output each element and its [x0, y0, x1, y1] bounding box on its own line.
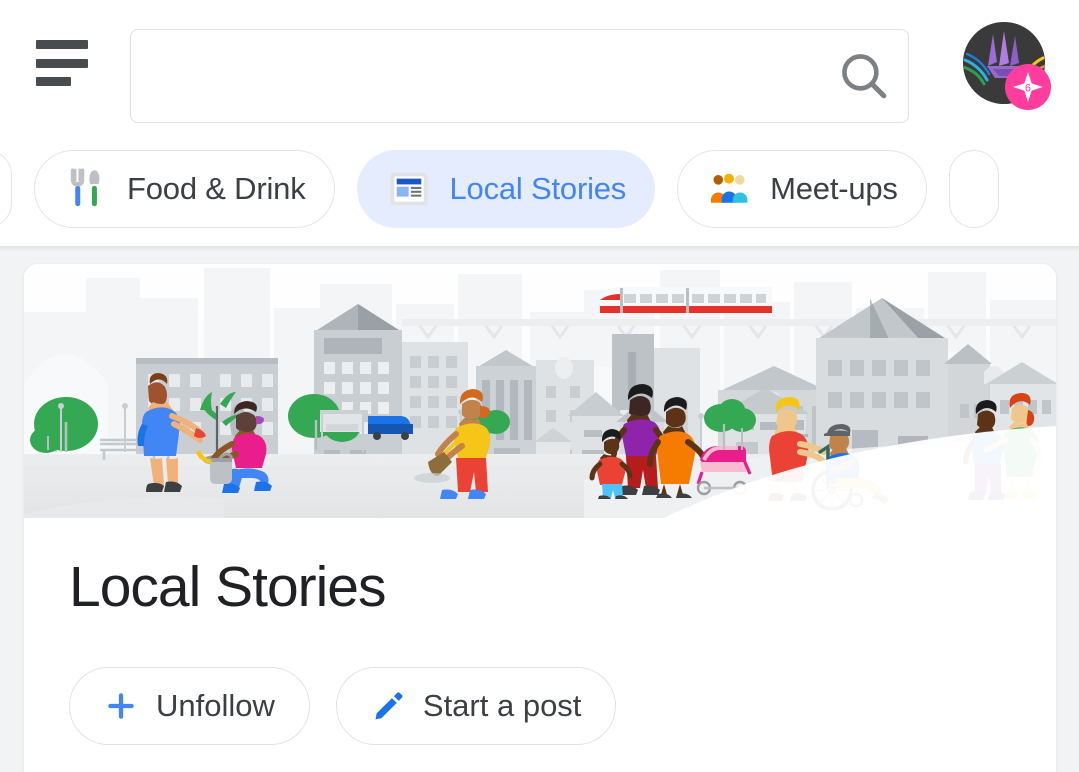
community-card: Local Stories Unfollow Start a post	[24, 264, 1056, 772]
people-group-icon	[706, 166, 752, 212]
plus-icon	[104, 689, 138, 723]
hamburger-menu-icon[interactable]	[36, 40, 88, 86]
action-row: Unfollow Start a post	[24, 619, 1056, 745]
app-header: 6 Food & Drink Local Stories Meet-ups	[0, 0, 1079, 252]
search-input[interactable]	[131, 30, 820, 122]
chip-meet-ups[interactable]: Meet-ups	[677, 149, 927, 228]
chip-label: Meet-ups	[770, 170, 898, 206]
train	[600, 287, 772, 313]
unfollow-button[interactable]: Unfollow	[69, 666, 310, 745]
chip-food-and-drink[interactable]: Food & Drink	[34, 149, 335, 228]
chip-local-stories[interactable]: Local Stories	[356, 149, 656, 228]
page-title: Local Stories	[69, 555, 387, 619]
search-icon[interactable]	[820, 30, 908, 122]
avatar[interactable]: 6	[963, 22, 1051, 110]
hamburger-line	[36, 77, 71, 86]
chip-label: Local Stories	[449, 170, 627, 206]
unfollow-label: Unfollow	[156, 687, 275, 723]
hamburger-line	[36, 40, 88, 49]
top-bar: 6	[0, 0, 1079, 131]
sparkle-badge-icon: 6	[1005, 64, 1051, 110]
category-chip-row[interactable]: Food & Drink Local Stories Meet-ups	[0, 131, 1079, 246]
city-community-illustration	[24, 264, 1056, 518]
pencil-icon	[371, 689, 405, 723]
search-bar[interactable]	[130, 29, 909, 123]
badge-count: 6	[1025, 82, 1031, 94]
start-post-label: Start a post	[422, 687, 582, 723]
chip-partial-previous[interactable]	[0, 149, 12, 228]
fork-knife-icon	[63, 166, 109, 212]
newspaper-icon	[386, 166, 432, 212]
app-root: 6 Food & Drink Local Stories Meet-ups Lo…	[0, 0, 1079, 772]
hamburger-line	[36, 58, 88, 68]
chip-label: Food & Drink	[127, 170, 306, 206]
hero-illustration	[24, 264, 1056, 518]
chip-partial-next[interactable]	[948, 149, 999, 228]
start-a-post-button[interactable]: Start a post	[335, 666, 617, 745]
card-body: Local Stories Unfollow Start a post	[24, 518, 1056, 745]
